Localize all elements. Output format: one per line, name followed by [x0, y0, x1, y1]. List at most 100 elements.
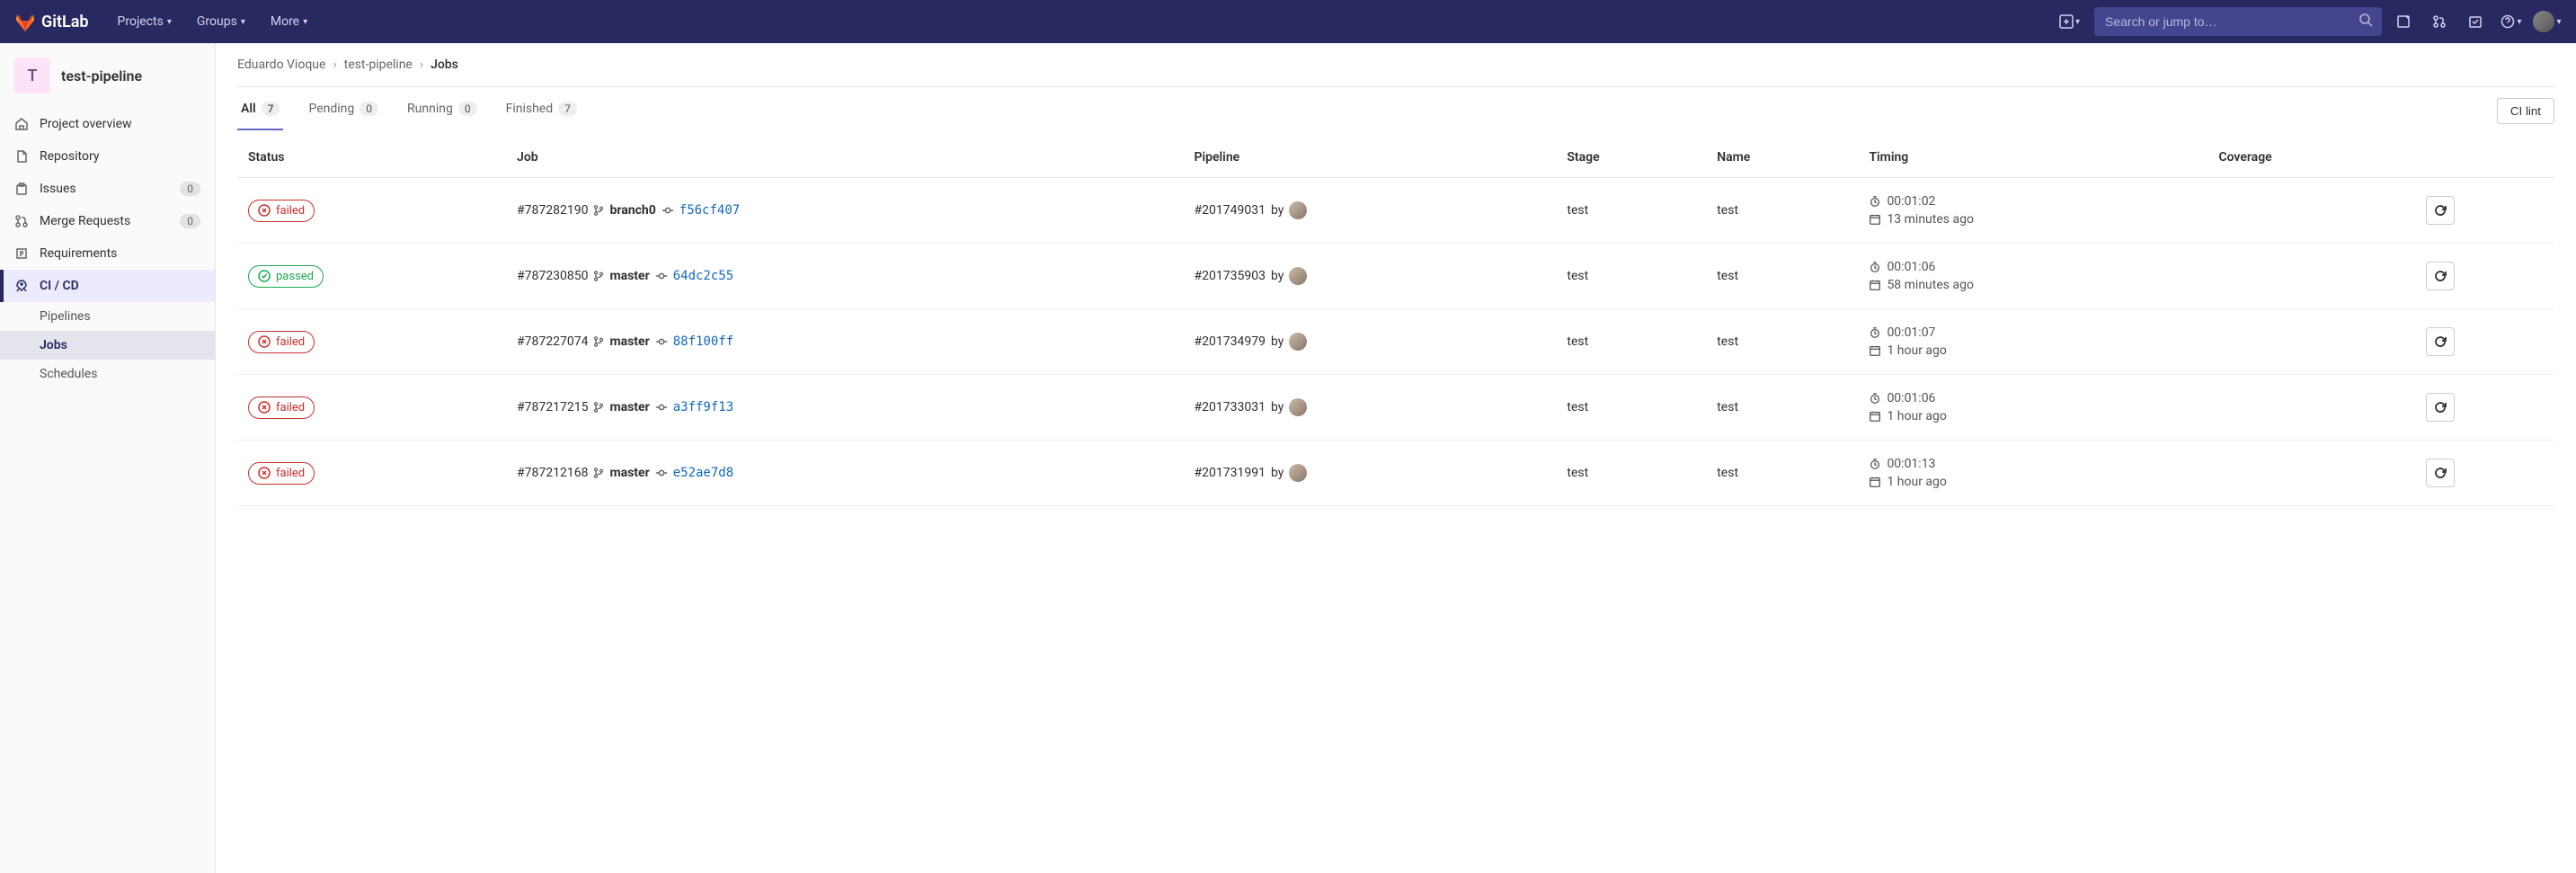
commit-sha-link[interactable]: f56cf407: [680, 203, 740, 218]
sidebar-item-requirements[interactable]: Requirements: [0, 237, 215, 270]
duration-text: 00:01:07: [1887, 325, 1935, 340]
sidebar-item-label: Merge Requests: [40, 214, 130, 228]
breadcrumb-owner[interactable]: Eduardo Vioque: [237, 58, 325, 72]
triggerer-avatar[interactable]: [1289, 267, 1307, 285]
job-id-link[interactable]: #787282190: [517, 203, 588, 218]
sidebar-item-issues[interactable]: Issues 0: [0, 173, 215, 205]
commit-sha-link[interactable]: a3ff9f13: [673, 400, 733, 414]
user-avatar-icon: [2533, 11, 2554, 32]
new-menu[interactable]: ▾: [2052, 11, 2087, 32]
sidebar-item-repository[interactable]: Repository: [0, 140, 215, 173]
status-text: passed: [276, 270, 314, 283]
breadcrumb-project[interactable]: test-pipeline: [344, 58, 413, 72]
col-stage: Stage: [1556, 138, 1706, 178]
search-input[interactable]: [2094, 7, 2382, 36]
branch-name[interactable]: master: [609, 269, 649, 283]
table-row: failed #787227074 master 88f100ff #20173…: [237, 309, 2554, 375]
col-coverage: Coverage: [2207, 138, 2414, 178]
by-text: by: [1271, 269, 1284, 283]
triggerer-avatar[interactable]: [1289, 398, 1307, 416]
table-row: failed #787212168 master e52ae7d8 #20173…: [237, 441, 2554, 506]
chevron-right-icon: ›: [333, 58, 336, 72]
merge-requests-shortcut-icon[interactable]: [2425, 7, 2454, 36]
pipeline-id-link[interactable]: #201731991: [1195, 466, 1266, 480]
sidebar-item-ci-cd[interactable]: CI / CD: [0, 270, 215, 302]
status-badge-failed[interactable]: failed: [248, 396, 315, 419]
stage-cell: test: [1556, 309, 1706, 375]
stage-cell: test: [1556, 375, 1706, 441]
status-badge-passed[interactable]: passed: [248, 265, 324, 288]
job-id-link[interactable]: #787217215: [517, 400, 588, 414]
retry-button[interactable]: [2426, 459, 2455, 487]
tab-label: Pending: [308, 102, 354, 116]
coverage-cell: [2207, 441, 2414, 506]
table-row: failed #787282190 branch0 f56cf407 #2017…: [237, 178, 2554, 244]
status-badge-failed[interactable]: failed: [248, 462, 315, 485]
tab-all[interactable]: All7: [237, 91, 283, 130]
sidebar-item-project-overview[interactable]: Project overview: [0, 108, 215, 140]
branch-icon: [593, 205, 604, 216]
commit-sha-link[interactable]: 88f100ff: [673, 334, 733, 349]
tab-label: Finished: [506, 102, 554, 116]
commit-sha-link[interactable]: e52ae7d8: [673, 466, 733, 480]
coverage-cell: [2207, 178, 2414, 244]
project-name: test-pipeline: [61, 67, 142, 85]
timer-icon: [1869, 392, 1881, 405]
help-menu[interactable]: ▾: [2497, 7, 2526, 36]
ci-lint-button[interactable]: CI lint: [2497, 98, 2554, 124]
chevron-down-icon: ▾: [303, 17, 307, 27]
job-id-link[interactable]: #787230850: [517, 269, 588, 283]
stage-cell: test: [1556, 178, 1706, 244]
sidebar-sub-jobs[interactable]: Jobs: [0, 331, 215, 360]
branch-icon: [593, 468, 604, 478]
commit-icon: [662, 204, 674, 217]
tab-finished[interactable]: Finished7: [502, 91, 581, 130]
issues-shortcut-icon[interactable]: [2389, 7, 2418, 36]
commit-sha-link[interactable]: 64dc2c55: [673, 269, 733, 283]
brand-text: GitLab: [41, 13, 89, 31]
coverage-cell: [2207, 244, 2414, 309]
pipeline-id-link[interactable]: #201749031: [1195, 203, 1266, 218]
retry-button[interactable]: [2426, 393, 2455, 422]
sidebar-item-merge-requests[interactable]: Merge Requests 0: [0, 205, 215, 237]
nav-projects[interactable]: Projects▾: [107, 7, 182, 36]
nav-more[interactable]: More▾: [260, 7, 318, 36]
finished-text: 1 hour ago: [1887, 343, 1946, 358]
project-header[interactable]: T test-pipeline: [0, 43, 215, 108]
by-text: by: [1271, 334, 1284, 349]
branch-name[interactable]: master: [609, 334, 649, 349]
branch-name[interactable]: master: [609, 466, 649, 480]
triggerer-avatar[interactable]: [1289, 201, 1307, 219]
pipeline-id-link[interactable]: #201733031: [1195, 400, 1266, 414]
sidebar-sub-schedules[interactable]: Schedules: [0, 360, 215, 388]
branch-icon: [593, 402, 604, 413]
status-badge-failed[interactable]: failed: [248, 200, 315, 222]
job-id-link[interactable]: #787212168: [517, 466, 588, 480]
tab-count: 0: [360, 102, 378, 116]
triggerer-avatar[interactable]: [1289, 464, 1307, 482]
coverage-cell: [2207, 375, 2414, 441]
retry-button[interactable]: [2426, 327, 2455, 356]
todos-icon[interactable]: [2461, 7, 2490, 36]
pipeline-id-link[interactable]: #201734979: [1195, 334, 1266, 349]
branch-name[interactable]: branch0: [609, 203, 655, 218]
gitlab-logo[interactable]: GitLab: [14, 11, 89, 32]
retry-button[interactable]: [2426, 262, 2455, 290]
retry-button[interactable]: [2426, 196, 2455, 225]
branch-name[interactable]: master: [609, 400, 649, 414]
status-text: failed: [276, 401, 305, 414]
sidebar-sub-pipelines[interactable]: Pipelines: [0, 302, 215, 331]
calendar-icon: [1869, 410, 1881, 423]
calendar-icon: [1869, 279, 1881, 291]
nav-groups[interactable]: Groups▾: [186, 7, 256, 36]
status-badge-failed[interactable]: failed: [248, 331, 315, 353]
triggerer-avatar[interactable]: [1289, 333, 1307, 351]
chevron-down-icon: ▾: [2517, 17, 2521, 27]
tab-pending[interactable]: Pending 0: [305, 91, 382, 130]
user-menu[interactable]: ▾: [2533, 7, 2562, 36]
job-id-link[interactable]: #787227074: [517, 334, 588, 349]
tab-running[interactable]: Running0: [404, 91, 481, 130]
pipeline-id-link[interactable]: #201735903: [1195, 269, 1266, 283]
calendar-icon: [1869, 213, 1881, 226]
timer-icon: [1869, 261, 1881, 273]
